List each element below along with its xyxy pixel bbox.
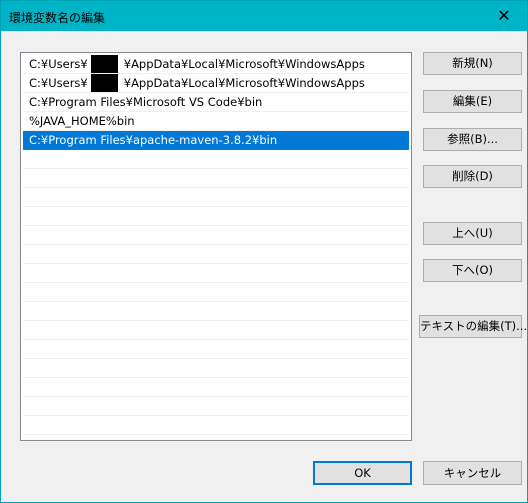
path-text: C:¥Program Files¥Microsoft VS Code¥bin (29, 95, 263, 109)
close-icon[interactable]: ✕ (481, 1, 527, 31)
list-item[interactable] (23, 378, 409, 397)
path-text: C:¥Users¥ (29, 57, 88, 71)
redacted-block (91, 74, 118, 92)
list-item[interactable] (23, 264, 409, 283)
list-item[interactable] (23, 302, 409, 321)
list-item[interactable] (23, 359, 409, 378)
edit-button[interactable]: 編集(E) (423, 90, 522, 113)
move-up-button[interactable]: 上へ(U) (423, 222, 522, 245)
list-item[interactable]: C:¥Program Files¥Microsoft VS Code¥bin (23, 93, 409, 112)
list-item[interactable] (23, 245, 409, 264)
dialog-title: 環境変数名の編集 (9, 11, 106, 25)
list-item[interactable] (23, 416, 409, 435)
list-item[interactable] (23, 207, 409, 226)
path-list[interactable]: C:¥Users¥ ¥AppData¥Local¥Microsoft¥Window… (20, 52, 412, 441)
list-item[interactable] (23, 188, 409, 207)
path-text-tail: ¥AppData¥Local¥Microsoft¥WindowsApps (123, 76, 365, 90)
browse-button[interactable]: 参照(B)... (423, 128, 522, 151)
new-button[interactable]: 新規(N) (423, 52, 522, 75)
list-item[interactable] (23, 397, 409, 416)
list-item[interactable]: C:¥Users¥ ¥AppData¥Local¥Microsoft¥Window… (23, 74, 409, 93)
path-text-tail: ¥AppData¥Local¥Microsoft¥WindowsApps (123, 57, 365, 71)
list-item[interactable] (23, 340, 409, 359)
edit-text-button[interactable]: テキストの編集(T)... (419, 315, 527, 338)
list-item[interactable]: %JAVA_HOME%bin (23, 112, 409, 131)
title-bar: 環境変数名の編集 ✕ (1, 1, 527, 31)
list-item[interactable]: C:¥Users¥ ¥AppData¥Local¥Microsoft¥Window… (23, 55, 409, 74)
list-item[interactable] (23, 226, 409, 245)
cancel-button[interactable]: キャンセル (423, 461, 522, 485)
list-item[interactable] (23, 169, 409, 188)
list-item[interactable] (23, 150, 409, 169)
list-item[interactable] (23, 321, 409, 340)
edit-env-var-dialog: 環境変数名の編集 ✕ C:¥Users¥ ¥AppData¥Local¥Micro… (0, 0, 528, 503)
path-text: C:¥Users¥ (29, 76, 88, 90)
list-item[interactable] (23, 283, 409, 302)
path-text: %JAVA_HOME%bin (29, 114, 135, 128)
move-down-button[interactable]: 下へ(O) (423, 259, 522, 282)
path-text: C:¥Program Files¥apache-maven-3.8.2¥bin (29, 133, 278, 147)
redacted-block (91, 55, 118, 73)
list-item-selected[interactable]: C:¥Program Files¥apache-maven-3.8.2¥bin (23, 131, 409, 150)
delete-button[interactable]: 削除(D) (423, 165, 522, 188)
ok-button[interactable]: OK (313, 461, 412, 485)
